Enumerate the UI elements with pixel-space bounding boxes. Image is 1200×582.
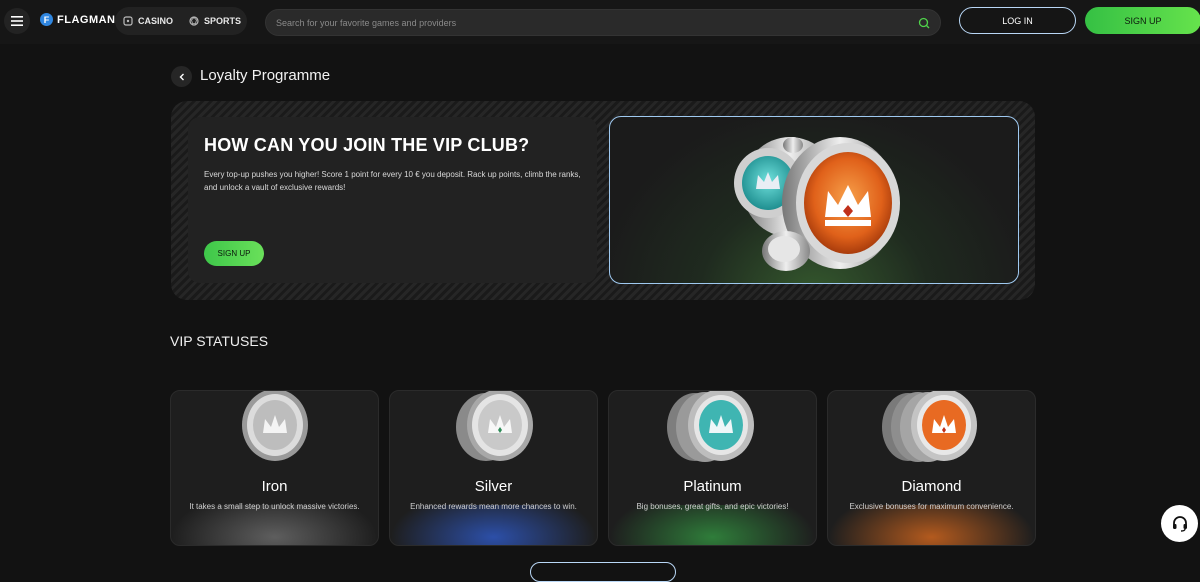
vip-card-name: Platinum (683, 478, 742, 495)
platinum-coin-icon (667, 391, 754, 462)
nav-sports-label: SPORTS (204, 16, 242, 26)
casino-icon (123, 16, 133, 26)
search-placeholder: Search for your favorite games and provi… (276, 17, 457, 28)
main-nav: CASINO SPORTS (115, 7, 247, 35)
back-button[interactable] (171, 66, 192, 87)
card-glow (609, 505, 816, 545)
card-glow (171, 505, 378, 545)
logo-mark: F (40, 13, 53, 26)
vip-card-platinum[interactable]: Platinum Big bonuses, great gifts, and e… (608, 390, 817, 546)
bottom-button-partial[interactable] (530, 562, 676, 582)
hero-description: Every top-up pushes you higher! Score 1 … (204, 170, 581, 192)
hero-panel: HOW CAN YOU JOIN THE VIP CLUB? Every top… (188, 117, 597, 283)
menu-icon[interactable] (4, 8, 30, 34)
card-glow (828, 505, 1035, 545)
sports-ball-icon (189, 16, 199, 26)
vip-card-description: It takes a small step to unlock massive … (189, 502, 360, 511)
vip-card-iron[interactable]: Iron It takes a small step to unlock mas… (170, 390, 379, 546)
hero-title: HOW CAN YOU JOIN THE VIP CLUB? (204, 135, 530, 155)
signup-button[interactable]: SIGN UP (1085, 7, 1200, 34)
login-button[interactable]: LOG IN (959, 7, 1076, 34)
diamond-coin-icon (882, 391, 977, 462)
logo-text: FLAGMAN (57, 13, 116, 26)
chevron-left-icon (179, 73, 184, 80)
vip-card-name: Iron (261, 478, 288, 495)
nav-casino[interactable]: CASINO (123, 16, 173, 26)
vip-card-diamond[interactable]: Diamond Exclusive bonuses for maximum co… (827, 390, 1036, 546)
logo[interactable]: F FLAGMAN (40, 13, 116, 26)
top-bar: F FLAGMAN CASINO SPORTS Search for your … (0, 0, 1200, 44)
headset-icon (1172, 515, 1187, 532)
search-input[interactable]: Search for your favorite games and provi… (265, 9, 941, 36)
page-title: Loyalty Programme (200, 67, 331, 84)
hero-signup-button[interactable]: SIGN UP (204, 241, 264, 266)
nav-casino-label: CASINO (138, 16, 174, 26)
vip-card-description: Enhanced rewards mean more chances to wi… (410, 502, 577, 511)
card-glow (390, 505, 597, 545)
nav-sports[interactable]: SPORTS (189, 16, 241, 26)
vip-card-silver[interactable]: Silver Enhanced rewards mean more chance… (389, 390, 598, 546)
vip-card-description: Exclusive bonuses for maximum convenienc… (849, 502, 1014, 511)
vip-statuses-heading: VIP STATUSES (170, 333, 269, 349)
iron-coin-icon (242, 391, 308, 461)
vip-card-name: Silver (474, 478, 513, 495)
hero-image (609, 116, 1019, 284)
vip-card-description: Big bonuses, great gifts, and epic victo… (636, 502, 789, 511)
silver-coin-icon (456, 391, 533, 461)
support-button[interactable] (1161, 505, 1198, 542)
search-icon[interactable] (918, 17, 930, 29)
vip-coins-illustration (734, 137, 900, 271)
vip-card-name: Diamond (901, 478, 962, 495)
